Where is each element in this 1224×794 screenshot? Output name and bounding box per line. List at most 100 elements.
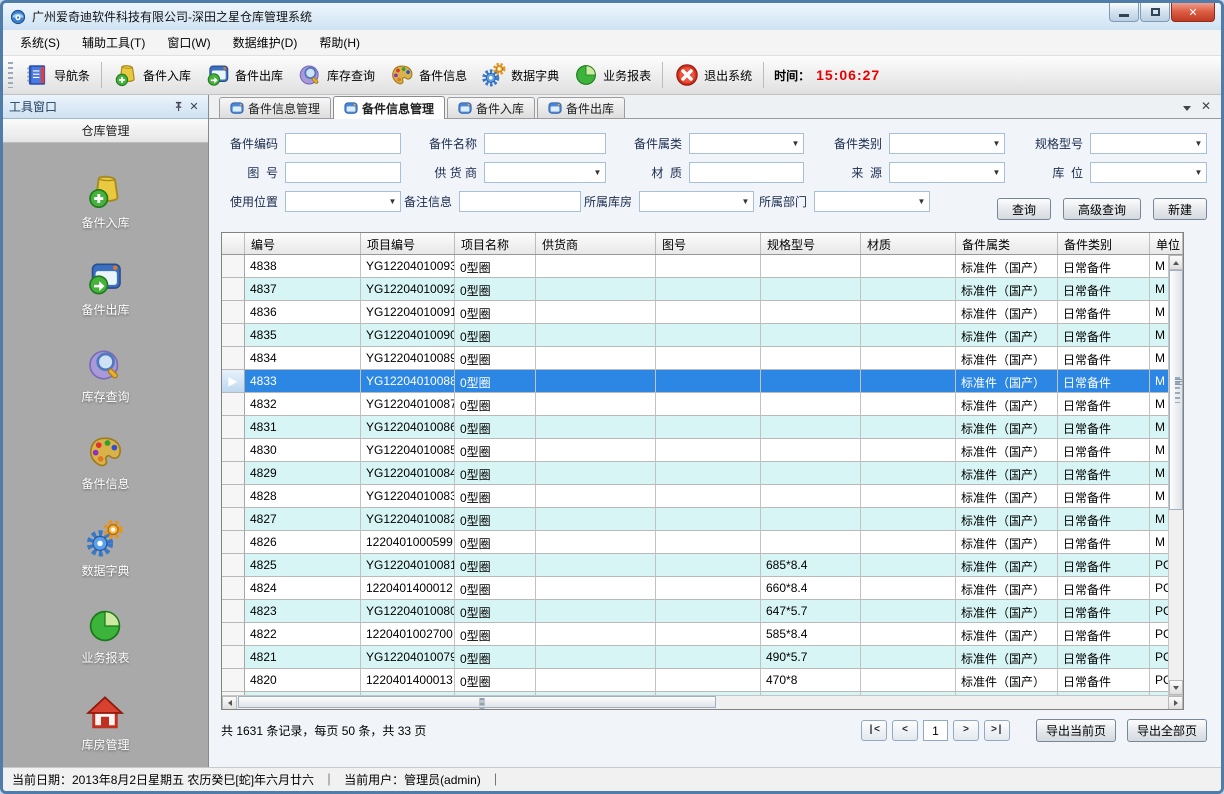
table-row[interactable]: 4827YG122040100820型圈标准件（国产）日常备件M: [222, 508, 1183, 531]
menu-item[interactable]: 帮助(H): [308, 31, 371, 54]
row-selector-cell[interactable]: [222, 416, 245, 439]
row-selector-cell[interactable]: [222, 577, 245, 600]
table-row[interactable]: 4836YG122040100910型圈标准件（国产）日常备件M: [222, 301, 1183, 324]
row-selector-cell[interactable]: [222, 646, 245, 669]
prev-page-button[interactable]: <: [892, 720, 918, 741]
column-header[interactable]: 单位: [1150, 233, 1183, 254]
text-input[interactable]: [459, 191, 581, 212]
vertical-scroll-thumb[interactable]: [1169, 270, 1183, 510]
chevron-down-icon[interactable]: [1183, 106, 1191, 111]
text-input[interactable]: [484, 133, 606, 154]
column-header[interactable]: 备件属类: [956, 233, 1058, 254]
tab[interactable]: 备件信息管理: [333, 96, 445, 119]
column-header[interactable]: 项目编号: [361, 233, 455, 254]
tab[interactable]: 备件入库: [447, 97, 535, 118]
toolbar-button[interactable]: 数据字典: [474, 59, 566, 91]
column-header[interactable]: 项目名称: [455, 233, 536, 254]
maximize-button[interactable]: [1140, 3, 1170, 22]
dropdown[interactable]: ▼: [285, 191, 401, 212]
sidebar-item[interactable]: 数据字典: [81, 519, 129, 579]
toolbar-button[interactable]: 库存查询: [290, 59, 382, 91]
title-bar[interactable]: 广州爱奇迪软件科技有限公司-深田之星仓库管理系统 ✕: [3, 3, 1221, 30]
row-selector-cell[interactable]: [222, 439, 245, 462]
table-row[interactable]: ▶4833YG122040100880型圈标准件（国产）日常备件M: [222, 370, 1183, 393]
row-selector-cell[interactable]: ▶: [222, 370, 245, 393]
advanced-query-button[interactable]: 高级查询: [1063, 198, 1141, 220]
column-header[interactable]: 规格型号: [761, 233, 861, 254]
vertical-scrollbar[interactable]: [1168, 255, 1183, 695]
scroll-down-icon[interactable]: [1169, 680, 1183, 695]
dropdown[interactable]: ▼: [484, 162, 606, 183]
column-header[interactable]: 备件类别: [1058, 233, 1150, 254]
tab[interactable]: 备件出库: [537, 97, 625, 118]
dropdown[interactable]: ▼: [1090, 133, 1207, 154]
tab[interactable]: 备件信息管理: [219, 97, 331, 118]
text-input[interactable]: [285, 133, 401, 154]
dropdown[interactable]: ▼: [639, 191, 754, 212]
scroll-right-icon[interactable]: [1168, 696, 1183, 710]
horizontal-scroll-thumb[interactable]: [238, 696, 716, 708]
table-row[interactable]: 482012204014000130型圈470*8标准件（国产）日常备件PC: [222, 669, 1183, 692]
row-selector-cell[interactable]: [222, 508, 245, 531]
table-row[interactable]: 4828YG122040100830型圈标准件（国产）日常备件M: [222, 485, 1183, 508]
row-selector-cell[interactable]: [222, 301, 245, 324]
horizontal-scrollbar[interactable]: [222, 695, 1183, 709]
first-page-button[interactable]: |<: [861, 720, 887, 741]
table-row[interactable]: 482412204014000120型圈660*8.4标准件（国产）日常备件PC: [222, 577, 1183, 600]
row-selector-cell[interactable]: [222, 255, 245, 278]
menu-item[interactable]: 窗口(W): [156, 31, 221, 54]
text-input[interactable]: [285, 162, 401, 183]
table-row[interactable]: 4837YG122040100920型圈标准件（国产）日常备件M: [222, 278, 1183, 301]
row-selector-cell[interactable]: [222, 324, 245, 347]
table-row[interactable]: 4823YG122040100800型圈647*5.7标准件（国产）日常备件PC: [222, 600, 1183, 623]
export-all-pages-button[interactable]: 导出全部页: [1127, 719, 1207, 742]
table-row[interactable]: 482612204010005990型圈标准件（国产）日常备件M: [222, 531, 1183, 554]
row-selector-cell[interactable]: [222, 554, 245, 577]
table-row[interactable]: 4832YG122040100870型圈标准件（国产）日常备件M: [222, 393, 1183, 416]
row-selector-cell[interactable]: [222, 278, 245, 301]
sidebar-item[interactable]: 备件信息: [81, 432, 129, 492]
table-row[interactable]: 4838YG122040100930型圈标准件（国产）日常备件M: [222, 255, 1183, 278]
toolbar-grip[interactable]: [8, 62, 13, 88]
next-page-button[interactable]: >: [953, 720, 979, 741]
close-button[interactable]: ✕: [1171, 3, 1215, 22]
toolbar-button[interactable]: 导航条: [17, 59, 97, 91]
sidebar-section-header[interactable]: 仓库管理: [3, 119, 208, 143]
row-selector-cell[interactable]: [222, 462, 245, 485]
toolbar-button[interactable]: 退出系统: [667, 59, 759, 91]
row-selector-cell[interactable]: [222, 623, 245, 646]
table-row[interactable]: 4831YG122040100860型圈标准件（国产）日常备件M: [222, 416, 1183, 439]
page-number-box[interactable]: 1: [923, 720, 948, 741]
table-row[interactable]: 4835YG122040100900型圈标准件（国产）日常备件M: [222, 324, 1183, 347]
sidebar-item[interactable]: 库房管理: [81, 693, 129, 753]
query-button[interactable]: 查询: [997, 198, 1051, 220]
export-current-page-button[interactable]: 导出当前页: [1036, 719, 1116, 742]
toolbar-button[interactable]: 业务报表: [566, 59, 658, 91]
column-header[interactable]: 供货商: [536, 233, 656, 254]
dropdown[interactable]: ▼: [889, 162, 1005, 183]
pin-icon[interactable]: [170, 99, 186, 115]
scroll-left-icon[interactable]: [222, 696, 237, 710]
column-header[interactable]: 图号: [656, 233, 761, 254]
sidebar-item[interactable]: 库存查询: [81, 345, 129, 405]
minimize-button[interactable]: [1109, 3, 1139, 22]
menu-item[interactable]: 辅助工具(T): [71, 31, 156, 54]
row-selector-cell[interactable]: [222, 600, 245, 623]
toolbar-button[interactable]: 备件入库: [106, 59, 198, 91]
column-header[interactable]: 编号: [245, 233, 361, 254]
row-selector-cell[interactable]: [222, 393, 245, 416]
row-selector-cell[interactable]: [222, 531, 245, 554]
tab-close-icon[interactable]: ✕: [1201, 99, 1211, 113]
sidebar-item[interactable]: 备件入库: [81, 171, 129, 231]
table-row[interactable]: 482212204010027000型圈585*8.4标准件（国产）日常备件PC: [222, 623, 1183, 646]
scroll-up-icon[interactable]: [1169, 255, 1183, 270]
menu-item[interactable]: 系统(S): [9, 31, 71, 54]
column-header[interactable]: 材质: [861, 233, 956, 254]
table-row[interactable]: 4821YG122040100790型圈490*5.7标准件（国产）日常备件PC: [222, 646, 1183, 669]
toolbar-button[interactable]: 备件信息: [382, 59, 474, 91]
row-selector-cell[interactable]: [222, 485, 245, 508]
table-row[interactable]: 4834YG122040100890型圈标准件（国产）日常备件M: [222, 347, 1183, 370]
table-row[interactable]: 4830YG122040100850型圈标准件（国产）日常备件M: [222, 439, 1183, 462]
row-selector-cell[interactable]: [222, 669, 245, 692]
table-row[interactable]: 4825YG122040100810型圈685*8.4标准件（国产）日常备件PC: [222, 554, 1183, 577]
